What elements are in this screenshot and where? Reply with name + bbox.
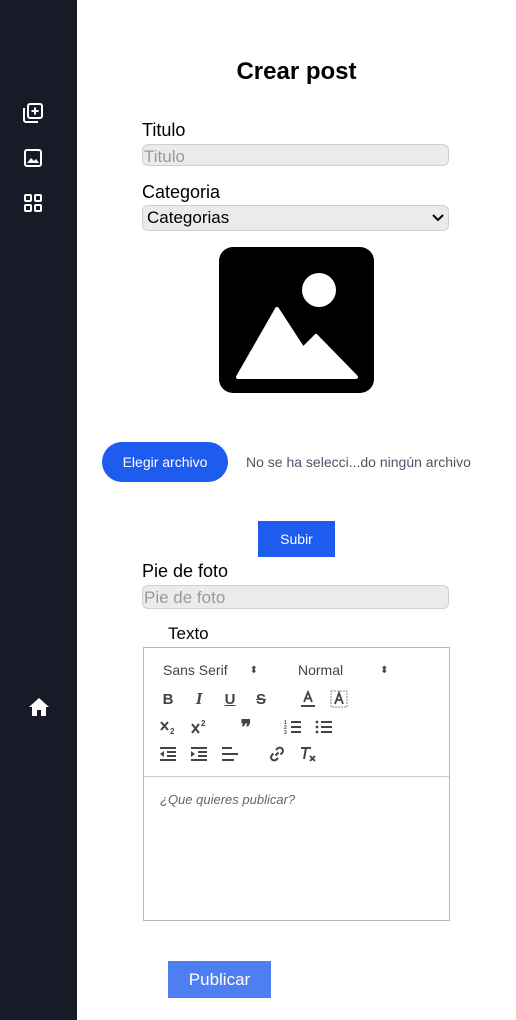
font-picker[interactable]: Sans Serif ⬍ [163,662,258,678]
add-post-icon[interactable] [22,102,44,124]
publish-button[interactable]: Publicar [168,961,271,998]
size-picker[interactable]: Normal ⬍ [298,662,389,678]
font-picker-label: Sans Serif [163,662,228,678]
chevron-down-icon [432,214,444,222]
font-picker-arrows-icon: ⬍ [249,664,258,676]
rich-text-editor: Sans Serif ⬍ Normal ⬍ B I U S 2 2 ❞ 1 2 … [143,647,450,921]
page-title: Crear post [236,58,357,85]
bold-button[interactable]: B [159,690,177,708]
svg-text:2: 2 [170,727,175,736]
strike-button[interactable]: S [252,690,270,708]
text-label: Texto [168,624,209,643]
category-label: Categoria [142,182,221,202]
outdent-icon[interactable] [159,745,177,763]
underline-button[interactable]: U [221,690,239,708]
indent-icon[interactable] [190,745,208,763]
title-label: Titulo [142,120,186,140]
size-picker-label: Normal [298,662,344,678]
caption-label: Pie de foto [142,561,229,581]
align-icon[interactable] [221,745,239,763]
choose-file-button[interactable]: Elegir archivo [102,442,228,482]
svg-text:2: 2 [201,719,206,728]
link-icon[interactable] [268,745,286,763]
editor-toolbar: Sans Serif ⬍ Normal ⬍ B I U S 2 2 ❞ 1 2 … [144,648,449,777]
superscript-icon[interactable]: 2 [190,718,208,736]
image-preview-icon [219,247,374,393]
category-selected: Categorias [147,208,230,227]
home-icon[interactable] [28,696,50,718]
background-color-icon[interactable] [330,690,348,708]
image-icon[interactable] [22,147,44,169]
ordered-list-icon[interactable]: 123 [284,718,302,736]
upload-button[interactable]: Subir [258,521,335,557]
file-status: No se ha selecci...do ningún archivo [246,454,471,470]
subscript-icon[interactable]: 2 [159,718,177,736]
text-color-icon[interactable] [299,690,317,708]
grid-icon[interactable] [22,192,44,214]
editor-placeholder[interactable]: ¿Que quieres publicar? [160,792,295,807]
quote-button[interactable]: ❞ [237,717,255,739]
category-select[interactable]: Categorias [142,205,449,231]
svg-text:3: 3 [284,730,287,736]
clear-format-icon[interactable] [299,745,317,763]
main-content: Crear post Titulo Titulo Categoria Categ… [77,0,516,1020]
bullet-list-icon[interactable] [315,718,333,736]
sidebar [0,0,77,1020]
caption-input[interactable]: Pie de foto [142,585,449,609]
title-input[interactable]: Titulo [142,144,449,166]
italic-button[interactable]: I [190,689,208,708]
size-picker-arrows-icon: ⬍ [380,664,389,676]
